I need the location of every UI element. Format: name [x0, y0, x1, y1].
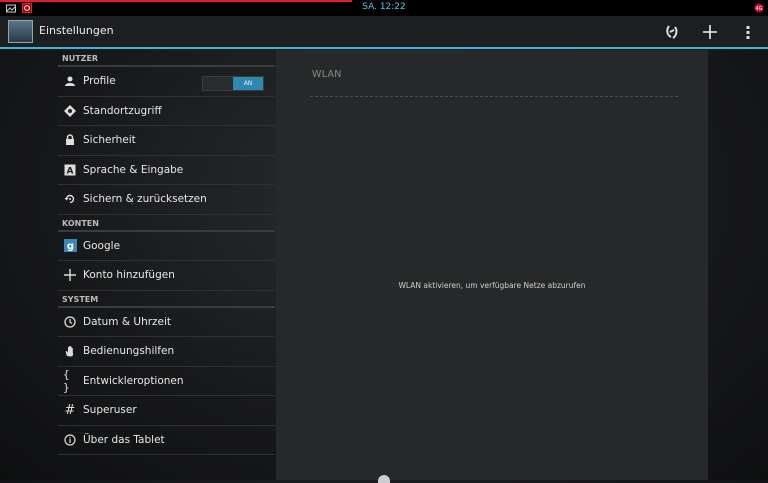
network-badge-icon: 4G: [754, 3, 764, 13]
profile-icon: [63, 74, 77, 88]
section-header-nutzer: NUTZER: [58, 50, 275, 67]
settings-item-label: Über das Tablet: [83, 433, 165, 446]
settings-item-label: Standortzugriff: [83, 104, 162, 117]
settings-item-datetime[interactable]: Datum & Uhrzeit: [58, 308, 275, 337]
clock-icon: [63, 315, 77, 329]
settings-item-label: Datum & Uhrzeit: [83, 315, 172, 328]
settings-item-label: Sprache & Eingabe: [83, 163, 184, 176]
status-bar: SA. 12:22 4G: [0, 0, 768, 16]
location-icon: [63, 104, 77, 118]
section-header-system: SYSTEM: [58, 291, 275, 308]
app-title: Einstellungen: [39, 24, 114, 37]
toggle-state: AN: [233, 77, 263, 90]
settings-item-label: Konto hinzufügen: [83, 269, 175, 282]
detail-panel: WLAN WLAN aktivieren, um verfügbare Netz…: [276, 50, 708, 480]
settings-item-security[interactable]: Sicherheit: [58, 126, 275, 156]
svg-text:A: A: [67, 166, 74, 176]
settings-item-superuser[interactable]: # Superuser: [58, 396, 275, 426]
settings-item-label: Profile: [83, 75, 116, 88]
settings-item-add-account[interactable]: Konto hinzufügen: [58, 261, 275, 291]
settings-item-label: Sichern & zurücksetzen: [83, 193, 207, 206]
lock-icon: [63, 133, 77, 147]
section-header-konten: KONTEN: [58, 215, 275, 232]
settings-app-icon[interactable]: [8, 20, 33, 43]
overflow-icon: [746, 26, 750, 39]
profile-toggle[interactable]: AN: [202, 76, 264, 91]
keyboard-a-icon: A: [63, 163, 77, 177]
braces-icon: { }: [63, 367, 70, 394]
settings-item-backup[interactable]: Sichern & zurücksetzen: [58, 185, 275, 215]
settings-item-location[interactable]: Standortzugriff: [58, 97, 275, 126]
settings-item-label: Sicherheit: [83, 134, 136, 147]
hand-icon: [63, 344, 77, 358]
settings-item-developer[interactable]: { } Entwickleroptionen: [58, 367, 275, 396]
wps-icon: [666, 25, 678, 39]
settings-item-label: Entwickleroptionen: [83, 374, 184, 387]
google-icon: g: [63, 239, 77, 253]
svg-text:g: g: [66, 241, 73, 252]
settings-item-profile[interactable]: Profile AN: [58, 67, 275, 97]
bottom-handle: [378, 475, 390, 483]
info-icon: [63, 433, 77, 447]
settings-item-about[interactable]: Über das Tablet: [58, 426, 275, 455]
overflow-menu-button[interactable]: [735, 19, 761, 45]
svg-text:4G: 4G: [755, 6, 762, 12]
settings-item-label: Superuser: [83, 404, 137, 417]
status-clock: SA. 12:22: [362, 2, 406, 12]
wlan-title: WLAN: [312, 69, 342, 80]
add-network-button[interactable]: [697, 19, 723, 45]
settings-item-language[interactable]: A Sprache & Eingabe: [58, 156, 275, 185]
wlan-empty-message: WLAN aktivieren, um verfügbare Netze abz…: [398, 281, 586, 290]
settings-item-google[interactable]: g Google: [58, 232, 275, 261]
title-divider: [310, 96, 678, 97]
settings-item-label: Google: [83, 239, 121, 252]
settings-item-label: Bedienungshilfen: [83, 345, 175, 358]
settings-list: NUTZER Profile AN Standortzugriff Sicher…: [58, 50, 275, 455]
plus-icon: [63, 268, 77, 282]
backup-icon: [63, 192, 77, 206]
action-bar: Einstellungen: [0, 16, 768, 49]
add-icon: [703, 25, 717, 39]
wifi-wps-button[interactable]: [659, 19, 685, 45]
hash-icon: #: [64, 402, 76, 418]
settings-item-accessibility[interactable]: Bedienungshilfen: [58, 337, 275, 367]
